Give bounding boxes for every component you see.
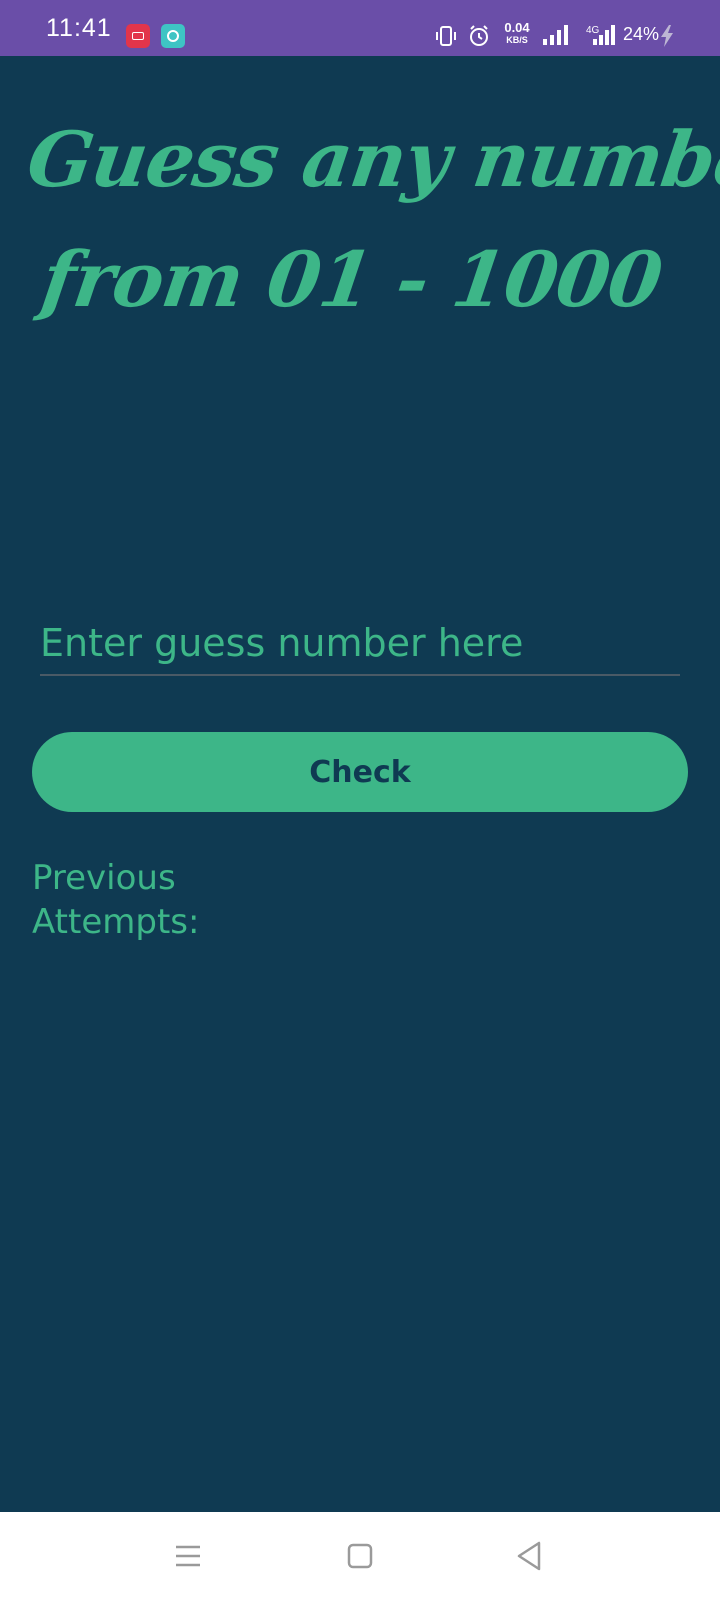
title-line-1: Guess any number xyxy=(22,115,720,204)
previous-attempts-label: Previous Attempts: xyxy=(32,858,200,942)
net-speed-unit: KB/S xyxy=(506,35,528,45)
status-time: 11:41 xyxy=(46,14,112,42)
screen-record-icon xyxy=(126,24,150,48)
back-icon[interactable] xyxy=(508,1534,552,1578)
home-icon[interactable] xyxy=(338,1534,382,1578)
signal-4g-icon xyxy=(593,25,615,45)
net-speed-value: 0.04 xyxy=(504,20,530,35)
status-bar: 11:41 0.04 KB/S 4G 24% xyxy=(0,0,720,56)
title-line-2: from 01 - 1000 xyxy=(36,235,667,324)
guess-input[interactable] xyxy=(40,612,680,676)
chat-app-icon xyxy=(161,24,185,48)
net-speed: 0.04 KB/S xyxy=(500,20,534,46)
alarm-icon xyxy=(470,25,488,46)
check-button[interactable]: Check xyxy=(32,732,688,812)
vibrate-icon xyxy=(436,26,456,46)
charging-icon xyxy=(661,25,673,47)
navigation-bar xyxy=(0,1512,720,1600)
menu-icon[interactable] xyxy=(166,1534,210,1578)
signal-icon xyxy=(543,25,568,45)
page-title: Guess any number from 01 - 1000 xyxy=(3,100,720,340)
battery-level: 24% xyxy=(623,24,660,44)
